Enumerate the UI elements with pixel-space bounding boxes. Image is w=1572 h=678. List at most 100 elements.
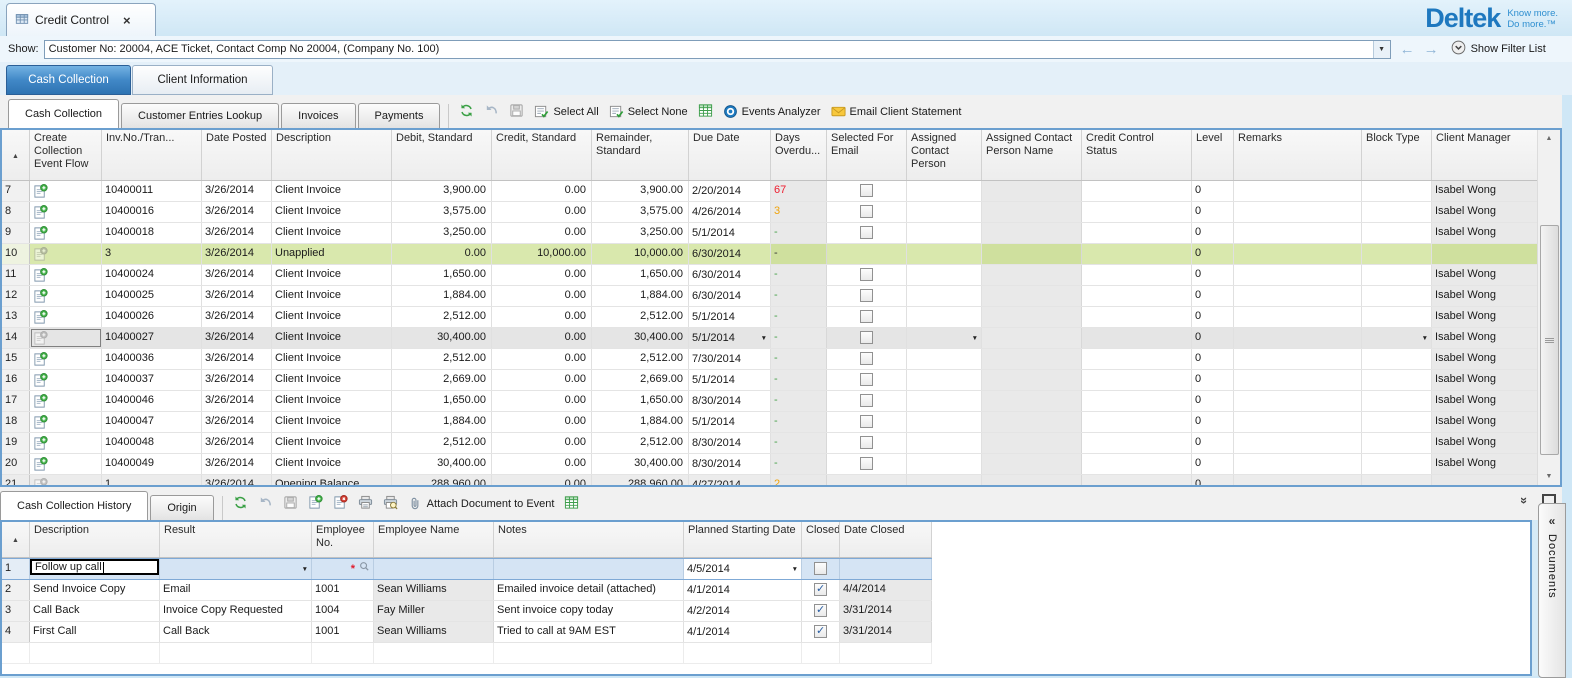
cell-description[interactable]: Unapplied bbox=[272, 244, 392, 264]
invoice-row[interactable]: 11104000243/26/2014Client Invoice1,650.0… bbox=[2, 265, 1538, 286]
cell-level[interactable]: 0 bbox=[1192, 349, 1234, 369]
cell-closed[interactable] bbox=[802, 559, 840, 579]
cell-selected-for-email[interactable] bbox=[827, 202, 907, 222]
row-number[interactable]: 20 bbox=[2, 454, 30, 474]
column-header[interactable]: Date Posted bbox=[202, 130, 272, 180]
cell-selected-for-email[interactable] bbox=[827, 349, 907, 369]
cell-days-overdue[interactable]: - bbox=[771, 307, 827, 327]
cell-selected-for-email[interactable] bbox=[827, 265, 907, 285]
cell-description[interactable]: Client Invoice bbox=[272, 328, 392, 348]
cell-remarks[interactable] bbox=[1234, 307, 1362, 327]
closed-checkbox[interactable] bbox=[814, 625, 827, 638]
cell-days-overdue[interactable]: 3 bbox=[771, 202, 827, 222]
save-icon[interactable] bbox=[509, 103, 524, 121]
cell-selected-for-email[interactable] bbox=[827, 475, 907, 485]
cell-assigned-contact-person[interactable] bbox=[907, 454, 982, 474]
cell-assigned-contact-person-name[interactable] bbox=[982, 454, 1082, 474]
undo-icon[interactable] bbox=[258, 495, 273, 513]
cell-block-type[interactable] bbox=[1362, 286, 1432, 306]
row-number[interactable]: 13 bbox=[2, 307, 30, 327]
cell-selected-for-email[interactable] bbox=[827, 223, 907, 243]
vertical-scrollbar[interactable]: ▲ ▼ bbox=[1537, 130, 1560, 485]
cell-assigned-contact-person[interactable] bbox=[907, 475, 982, 485]
selected-for-email-checkbox[interactable] bbox=[860, 310, 873, 323]
create-collection-event-icon[interactable] bbox=[33, 226, 98, 241]
cell-remainder[interactable]: 2,512.00 bbox=[592, 307, 689, 327]
cell-remarks[interactable] bbox=[1234, 412, 1362, 432]
cell-client-manager[interactable]: Isabel Wong bbox=[1432, 223, 1538, 243]
cell-date-posted[interactable]: 3/26/2014 bbox=[202, 370, 272, 390]
invoice-row[interactable]: 1033/26/2014Unapplied0.0010,000.0010,000… bbox=[2, 244, 1538, 265]
cell-closed[interactable] bbox=[802, 580, 840, 600]
cell-inv-no[interactable]: 10400027 bbox=[102, 328, 202, 348]
cell-result[interactable]: Email bbox=[160, 580, 312, 600]
tab-client-information[interactable]: Client Information bbox=[132, 65, 273, 95]
cell-description[interactable]: Client Invoice bbox=[272, 454, 392, 474]
cell-remainder[interactable]: 288,960.00 bbox=[592, 475, 689, 485]
print-icon[interactable] bbox=[358, 495, 373, 513]
cell-debit[interactable]: 0.00 bbox=[392, 244, 492, 264]
cell-client-manager[interactable]: Isabel Wong bbox=[1432, 391, 1538, 411]
cell-remarks[interactable] bbox=[1234, 265, 1362, 285]
cell-description[interactable]: Client Invoice bbox=[272, 265, 392, 285]
cell-create-event-flow[interactable] bbox=[30, 307, 102, 327]
scroll-down-button[interactable]: ▼ bbox=[1538, 468, 1560, 485]
cell-block-type[interactable] bbox=[1362, 202, 1432, 222]
cell-description[interactable]: Client Invoice bbox=[272, 433, 392, 453]
cell-debit[interactable]: 1,884.00 bbox=[392, 286, 492, 306]
invoice-row[interactable]: 17104000463/26/2014Client Invoice1,650.0… bbox=[2, 391, 1538, 412]
create-collection-event-icon[interactable] bbox=[33, 415, 98, 430]
cell-debit[interactable]: 288,960.00 bbox=[392, 475, 492, 485]
cell-assigned-contact-person[interactable] bbox=[907, 223, 982, 243]
cell-date-closed[interactable] bbox=[840, 559, 932, 579]
dropdown-arrow-icon[interactable]: ▼ bbox=[759, 331, 767, 346]
cell-create-event-flow[interactable] bbox=[30, 244, 102, 264]
cell-inv-no[interactable]: 10400011 bbox=[102, 181, 202, 201]
cell-days-overdue[interactable]: - bbox=[771, 244, 827, 264]
cell-level[interactable]: 0 bbox=[1192, 202, 1234, 222]
selected-for-email-checkbox[interactable] bbox=[860, 331, 873, 344]
email-client-statement-button[interactable]: Email Client Statement bbox=[831, 104, 962, 119]
cell-date-posted[interactable]: 3/26/2014 bbox=[202, 391, 272, 411]
row-number[interactable]: 19 bbox=[2, 433, 30, 453]
cell-remarks[interactable] bbox=[1234, 391, 1362, 411]
cell-credit-control-status[interactable] bbox=[1082, 223, 1192, 243]
invoice-row[interactable]: 12104000253/26/2014Client Invoice1,884.0… bbox=[2, 286, 1538, 307]
cell-remainder[interactable]: 30,400.00 bbox=[592, 454, 689, 474]
create-collection-event-icon[interactable] bbox=[33, 331, 98, 346]
show-filter-list-button[interactable]: Show Filter List bbox=[1451, 40, 1546, 58]
cell-remarks[interactable] bbox=[1234, 244, 1362, 264]
create-collection-event-icon[interactable] bbox=[33, 247, 98, 262]
cell-block-type[interactable]: ▼ bbox=[1362, 328, 1432, 348]
tab-origin[interactable]: Origin bbox=[150, 495, 213, 520]
create-collection-event-icon[interactable] bbox=[33, 394, 98, 409]
cell-assigned-contact-person-name[interactable] bbox=[982, 244, 1082, 264]
cell-inv-no[interactable]: 10400047 bbox=[102, 412, 202, 432]
cell-assigned-contact-person-name[interactable] bbox=[982, 202, 1082, 222]
cell-credit-control-status[interactable] bbox=[1082, 391, 1192, 411]
dropdown-arrow-icon[interactable]: ▼ bbox=[300, 562, 308, 577]
cell-client-manager[interactable]: Isabel Wong bbox=[1432, 349, 1538, 369]
cell-due-date[interactable]: 2/20/2014 bbox=[689, 181, 771, 201]
cell-credit-control-status[interactable] bbox=[1082, 181, 1192, 201]
refresh-icon[interactable] bbox=[233, 495, 248, 513]
cell-credit[interactable]: 0.00 bbox=[492, 202, 592, 222]
create-collection-event-icon[interactable] bbox=[33, 436, 98, 451]
cell-credit[interactable]: 0.00 bbox=[492, 307, 592, 327]
cell-level[interactable]: 0 bbox=[1192, 328, 1234, 348]
cell-remarks[interactable] bbox=[1234, 349, 1362, 369]
dropdown-arrow-icon[interactable]: ▼ bbox=[790, 562, 798, 577]
cell-create-event-flow[interactable] bbox=[30, 223, 102, 243]
row-number[interactable]: 10 bbox=[2, 244, 30, 264]
column-header[interactable]: ▲ bbox=[2, 522, 30, 557]
cell-days-overdue[interactable]: - bbox=[771, 286, 827, 306]
column-header[interactable]: Notes bbox=[494, 522, 684, 557]
cell-level[interactable]: 0 bbox=[1192, 223, 1234, 243]
cell-level[interactable]: 0 bbox=[1192, 307, 1234, 327]
column-header[interactable]: Result bbox=[160, 522, 312, 557]
cell-date-posted[interactable]: 3/26/2014 bbox=[202, 349, 272, 369]
scrollbar-thumb[interactable] bbox=[1540, 225, 1559, 455]
cell-remarks[interactable] bbox=[1234, 202, 1362, 222]
cell-credit[interactable]: 0.00 bbox=[492, 412, 592, 432]
selected-for-email-checkbox[interactable] bbox=[860, 373, 873, 386]
